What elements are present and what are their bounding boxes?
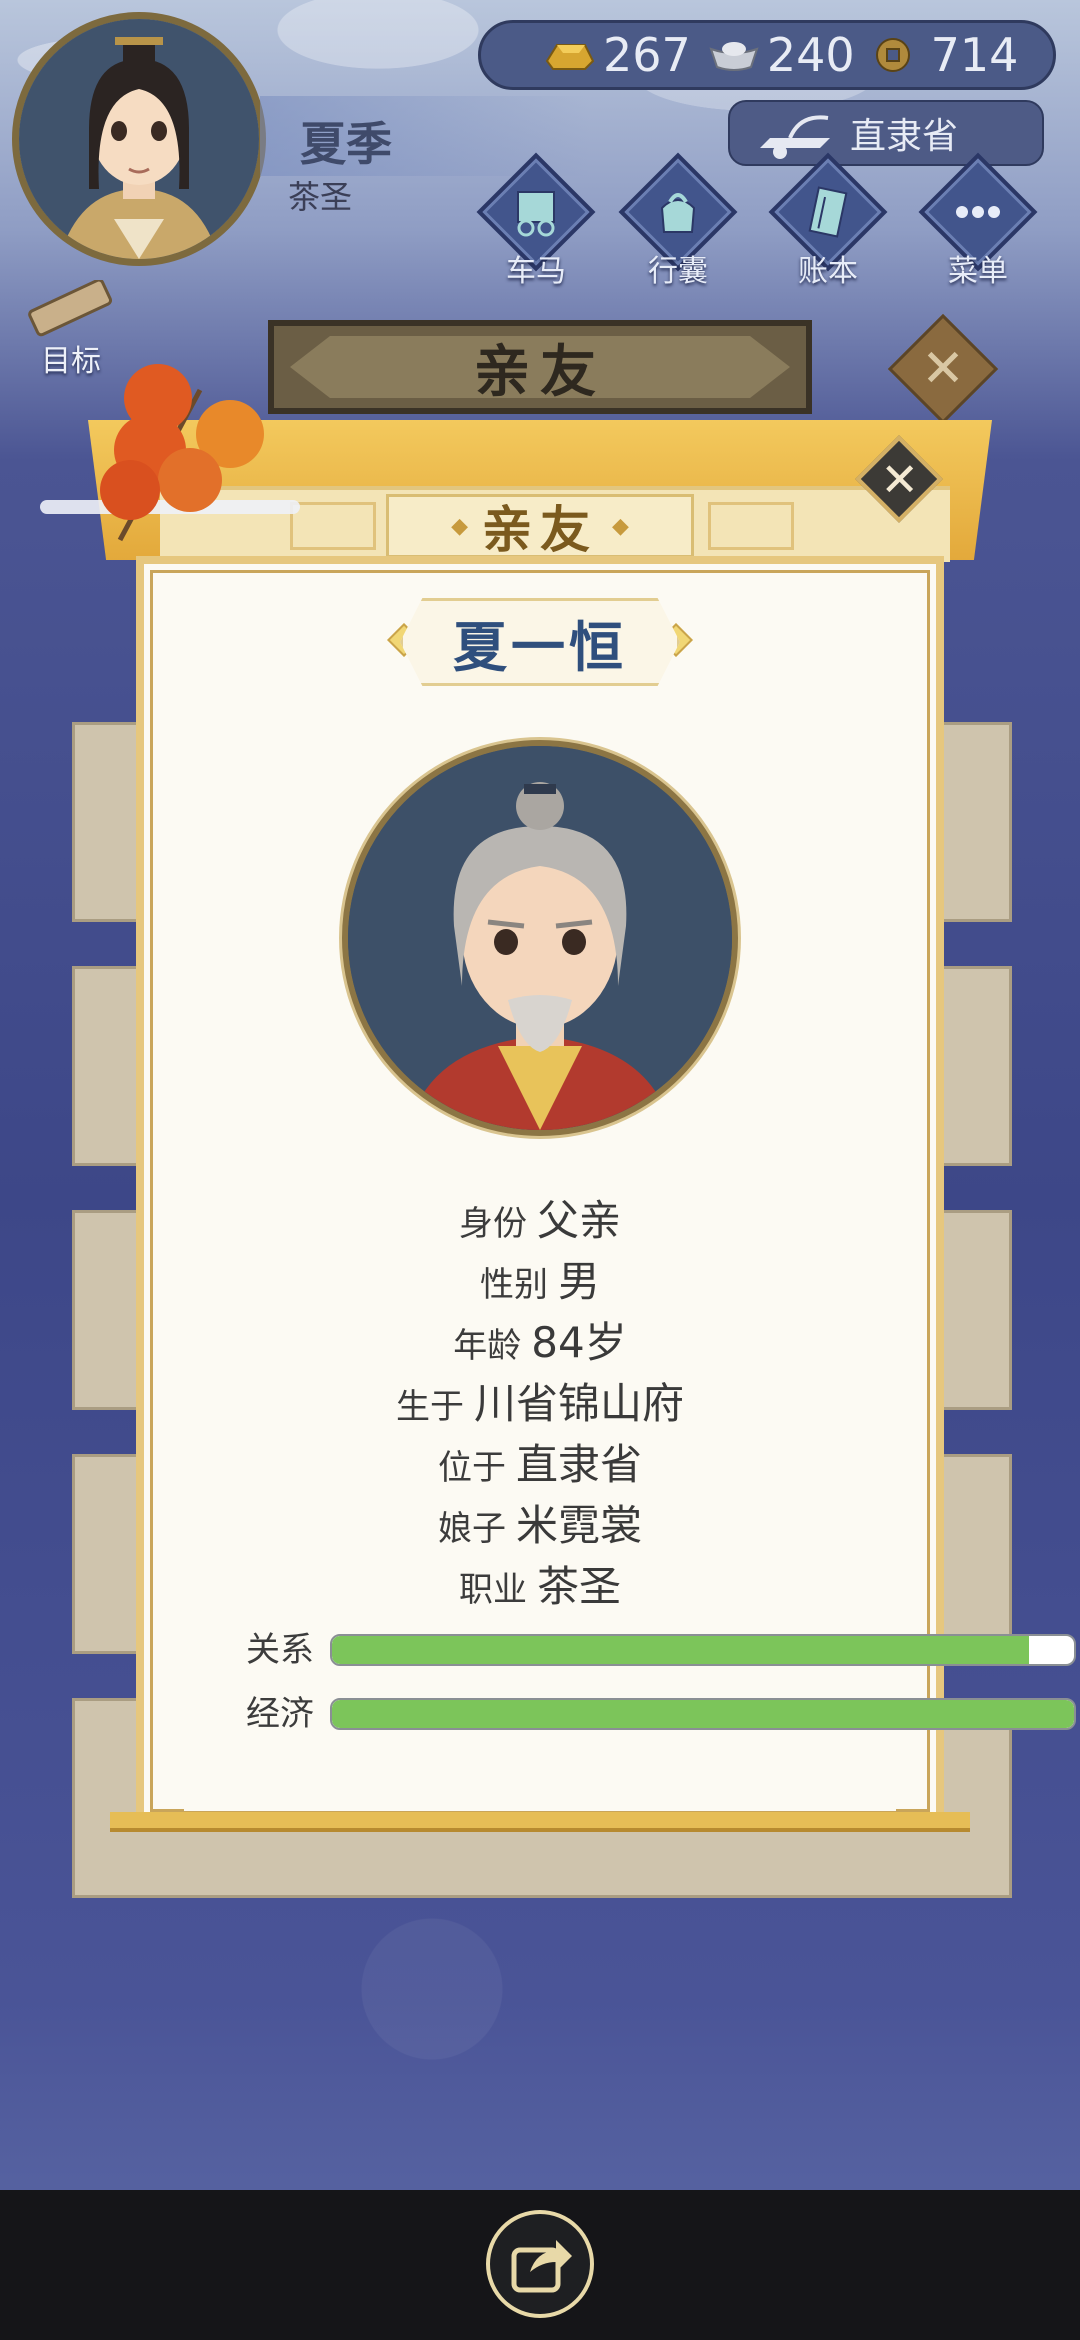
info-row-location: 位于 直隶省 — [136, 1434, 944, 1495]
menu-label: 菜单 — [948, 254, 1008, 289]
diamond-icon: ◆ — [612, 513, 629, 539]
character-name: 夏一恒 — [453, 615, 627, 679]
corner-ornament — [896, 1778, 930, 1812]
ledger-button[interactable]: 账本 — [768, 152, 888, 289]
info-row-age: 年龄 84岁 — [136, 1312, 944, 1373]
relationship-label: 关系 — [246, 1630, 314, 1670]
modal-footer-ornament — [110, 1812, 970, 1832]
info-label: 身份 — [458, 1204, 527, 1244]
ledger-label: 账本 — [798, 254, 858, 289]
info-label: 性别 — [479, 1265, 548, 1305]
close-icon: ✕ — [880, 452, 919, 507]
economy-bar: 经济 — [246, 1694, 1076, 1734]
share-icon — [511, 2240, 572, 2293]
menu-button[interactable]: 菜单 — [918, 152, 1038, 289]
currency-copper: 714 — [871, 28, 1019, 82]
share-button[interactable] — [486, 2210, 594, 2318]
close-icon: ✕ — [921, 339, 965, 399]
economy-fill — [332, 1700, 1074, 1728]
player-avatar[interactable] — [12, 12, 266, 266]
bag-icon — [660, 193, 696, 233]
info-row-occupation: 职业 茶圣 — [136, 1556, 944, 1617]
relationship-fill — [332, 1636, 1030, 1664]
character-name-plate: 夏一恒 — [400, 598, 680, 686]
relationship-track — [330, 1634, 1076, 1666]
info-value: 米霓裳 — [515, 1501, 642, 1550]
info-value: 茶圣 — [536, 1562, 621, 1611]
player-name: 夏季 — [300, 117, 392, 171]
player-portrait-icon — [19, 19, 259, 259]
info-value: 直隶省 — [515, 1440, 642, 1489]
info-value: 川省锦山府 — [473, 1379, 684, 1428]
location-name: 直隶省 — [850, 116, 959, 157]
modal-title: 亲友 — [482, 501, 598, 559]
economy-track — [330, 1698, 1076, 1730]
elder-portrait-icon — [348, 746, 732, 1130]
info-row-gender: 性别男 — [136, 1251, 944, 1312]
banner-frame-right — [708, 502, 794, 550]
info-label: 职业 — [458, 1570, 527, 1610]
character-info: 身份 父亲 性别男 年龄 84岁 生于 川省锦山府 位于 直隶省 娘子 米霓裳 职业 茶圣 — [136, 1190, 944, 1617]
silver-count: 240 — [766, 28, 855, 82]
info-row-spouse: 娘子 米霓裳 — [136, 1495, 944, 1556]
character-portrait — [342, 740, 738, 1136]
info-row-identity: 身份 父亲 — [136, 1190, 944, 1251]
info-label: 年龄 — [453, 1326, 522, 1366]
ledger-icon — [808, 186, 848, 238]
info-value: 84岁 — [531, 1318, 627, 1367]
menu-dots-icon — [956, 206, 1000, 218]
carriage-icon — [517, 191, 555, 237]
modal-title-box: ◆ 亲友 ◆ — [386, 494, 694, 559]
scroll-icon — [28, 278, 113, 337]
corner-ornament — [150, 1778, 184, 1812]
currency-bar: 267 240 714 — [478, 20, 1056, 90]
info-value: 父亲 — [536, 1196, 621, 1245]
info-label: 娘子 — [437, 1509, 506, 1549]
carriage-button[interactable]: 车马 — [476, 152, 596, 289]
silver-ingot-icon — [709, 42, 759, 71]
economy-label: 经济 — [246, 1694, 314, 1734]
gold-ingot-icon — [545, 44, 595, 70]
bag-label: 行囊 — [648, 254, 708, 289]
player-title: 茶圣 — [288, 178, 353, 216]
candied-fruit-decoration — [40, 364, 300, 542]
panel-close-button[interactable]: ✕ — [887, 313, 999, 425]
info-label: 位于 — [437, 1448, 506, 1488]
diamond-icon: ◆ — [451, 513, 468, 539]
relationship-bar: 关系 — [246, 1630, 1076, 1670]
currency-silver: 240 — [707, 28, 855, 82]
info-label: 生于 — [395, 1387, 464, 1427]
copper-count: 714 — [930, 28, 1019, 82]
bag-button[interactable]: 行囊 — [618, 152, 738, 289]
copper-coin-icon — [875, 38, 910, 72]
info-row-birthplace: 生于 川省锦山府 — [136, 1373, 944, 1434]
relatives-tab-title: 亲友 — [474, 339, 606, 405]
gold-count: 267 — [603, 28, 691, 82]
relatives-tab-header: 亲友 — [268, 320, 812, 414]
info-value: 男 — [557, 1257, 600, 1306]
carriage-label: 车马 — [506, 254, 566, 289]
currency-gold: 267 — [543, 28, 691, 82]
location-button[interactable]: 直隶省 — [728, 100, 1044, 166]
